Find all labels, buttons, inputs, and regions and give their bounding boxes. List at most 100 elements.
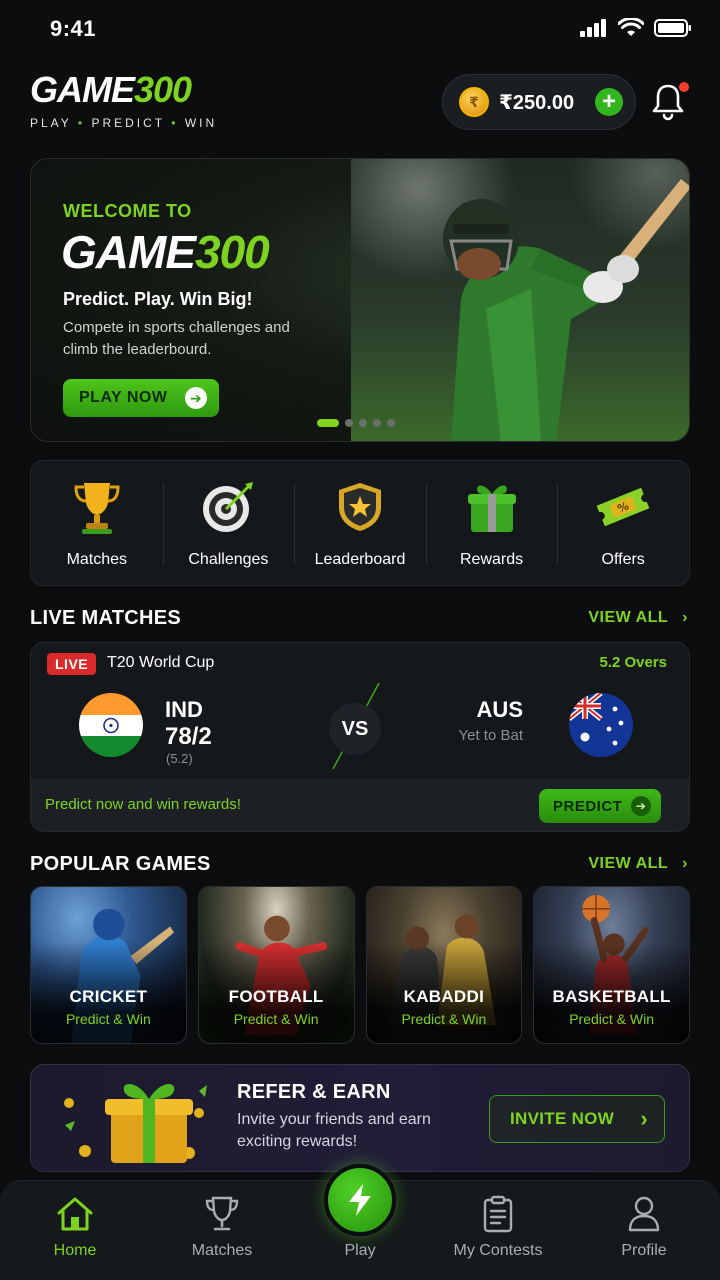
refer-earn-banner[interactable]: REFER & EARN Invite your friends and ear… xyxy=(30,1064,690,1172)
nav-label: My Contests xyxy=(453,1242,543,1259)
status-icons xyxy=(580,18,692,38)
chevron-right-icon: › xyxy=(682,855,688,872)
game-card-basketball[interactable]: BASKETBALL Predict & Win xyxy=(533,886,690,1044)
logo-text-white: GAME xyxy=(30,69,135,110)
quick-label: Matches xyxy=(66,551,128,568)
wifi-icon xyxy=(618,18,644,36)
live-matches-view-all[interactable]: VIEW ALL › xyxy=(588,609,688,627)
game-name: BASKETBALL xyxy=(552,987,671,1006)
trophy-outline-icon xyxy=(202,1194,242,1234)
tagline-play: PLAY xyxy=(30,116,72,130)
invite-now-button[interactable]: INVITE NOW › xyxy=(489,1095,665,1143)
popular-games-title: POPULAR GAMES xyxy=(30,853,211,875)
tournament-name: T20 World Cup xyxy=(107,654,215,671)
logo-text-green: 300 xyxy=(134,69,192,110)
nav-label: Home xyxy=(53,1242,97,1259)
status-time: 9:41 xyxy=(50,16,97,41)
carousel-dot[interactable] xyxy=(345,419,353,427)
tagline-predict: PREDICT xyxy=(91,116,165,130)
arrow-right-icon: ➔ xyxy=(185,387,207,409)
nav-label: Play xyxy=(344,1242,376,1259)
tagline-win: WIN xyxy=(184,116,218,130)
refer-title: REFER & EARN xyxy=(237,1081,391,1103)
ticket-icon: % xyxy=(595,479,651,535)
vs-label: VS xyxy=(329,703,381,755)
game-name: CRICKET xyxy=(69,987,148,1006)
wallet-balance[interactable]: ₹ ₹250.00 + xyxy=(442,74,636,130)
carousel-dot[interactable] xyxy=(387,419,395,427)
hero-title-green: 300 xyxy=(195,226,270,278)
quick-menu: Matches Challenges Leaderboard Rewards %… xyxy=(30,460,690,586)
quick-item-offers[interactable]: % Offers xyxy=(557,461,689,585)
predict-button[interactable]: PREDICT ➔ xyxy=(539,789,661,823)
add-money-button[interactable]: + xyxy=(595,88,623,116)
nav-label: Profile xyxy=(621,1242,667,1259)
notification-dot xyxy=(679,82,689,92)
game-card-football[interactable]: FOOTBALL Predict & Win xyxy=(197,886,355,1044)
live-matches-title: LIVE MATCHES xyxy=(30,607,182,629)
play-now-label: PLAY NOW xyxy=(79,389,168,406)
hero-welcome: WELCOME TO xyxy=(63,201,192,221)
target-icon xyxy=(200,479,256,535)
clipboard-icon xyxy=(478,1194,518,1234)
team-a-overs: (5.2) xyxy=(166,751,193,766)
signal-icon xyxy=(580,19,606,37)
coin-icon: ₹ xyxy=(459,87,489,117)
match-overs: 5.2 Overs xyxy=(599,654,667,671)
quick-label: Offers xyxy=(601,551,645,568)
chevron-right-icon: › xyxy=(640,1106,648,1131)
battery-icon xyxy=(654,19,691,37)
quick-item-matches[interactable]: Matches xyxy=(31,461,163,585)
nav-play-spacer xyxy=(340,1194,380,1234)
app-logo: GAME300 PLAY • PREDICT • WIN xyxy=(30,69,218,131)
home-icon xyxy=(55,1194,95,1234)
view-all-label: VIEW ALL xyxy=(588,609,669,626)
game-card-cricket[interactable]: CRICKET Predict & Win xyxy=(30,886,187,1044)
australia-flag-icon xyxy=(569,693,633,757)
refer-description: Invite your friends and earn exciting re… xyxy=(237,1111,431,1150)
hero-title-white: GAME xyxy=(61,226,196,278)
game-sub: Predict & Win xyxy=(233,1011,319,1027)
nav-play[interactable]: Play xyxy=(300,1194,420,1260)
india-flag-icon xyxy=(79,693,143,757)
cricketer-illustration xyxy=(443,179,689,441)
carousel-dot[interactable] xyxy=(317,419,339,427)
hero-description: Compete in sports challenges and climb t… xyxy=(63,319,290,358)
game-sub: Predict & Win xyxy=(569,1011,655,1027)
nav-matches[interactable]: Matches xyxy=(162,1194,282,1260)
popular-games-list: CRICKET Predict & Win FOOTBALL Predict &… xyxy=(30,886,690,1044)
team-a-score: 78/2 xyxy=(165,723,212,750)
shield-star-icon xyxy=(332,479,388,535)
predict-label: PREDICT xyxy=(553,797,623,815)
popular-games-view-all[interactable]: VIEW ALL › xyxy=(588,855,688,873)
nav-my-contests[interactable]: My Contests xyxy=(438,1194,558,1260)
logo-tagline: PLAY • PREDICT • WIN xyxy=(30,116,218,130)
carousel-dot[interactable] xyxy=(373,419,381,427)
hero-banner[interactable]: WELCOME TO GAME300 Predict. Play. Win Bi… xyxy=(30,158,690,442)
view-all-label: VIEW ALL xyxy=(588,855,669,872)
hero-tagline: Predict. Play. Win Big! xyxy=(63,289,253,309)
quick-item-challenges[interactable]: Challenges xyxy=(162,461,295,585)
team-b-status: Yet to Bat xyxy=(458,727,524,744)
game-name: FOOTBALL xyxy=(228,987,324,1006)
gift-box-illustration xyxy=(64,1083,207,1163)
play-now-button[interactable]: PLAY NOW ➔ xyxy=(63,379,219,417)
team-b-name: AUS xyxy=(476,697,523,722)
nav-label: Matches xyxy=(191,1242,253,1259)
carousel-dots[interactable] xyxy=(317,419,395,427)
trophy-icon xyxy=(69,479,125,535)
quick-label: Leaderboard xyxy=(314,551,406,568)
quick-item-rewards[interactable]: Rewards xyxy=(425,461,558,585)
nav-profile[interactable]: Profile xyxy=(584,1194,704,1260)
live-badge: LIVE xyxy=(47,653,97,675)
gift-icon xyxy=(464,479,520,535)
hero-title: GAME300 xyxy=(61,225,270,279)
carousel-dot[interactable] xyxy=(359,419,367,427)
live-match-card[interactable]: LIVE T20 World Cup 5.2 Overs IND 78/2 (5… xyxy=(30,642,690,832)
nav-home[interactable]: Home xyxy=(15,1194,135,1260)
quick-label: Challenges xyxy=(188,551,269,568)
invite-now-label: INVITE NOW xyxy=(510,1109,615,1128)
quick-item-leaderboard[interactable]: Leaderboard xyxy=(294,461,426,585)
game-card-kabaddi[interactable]: KABADDI Predict & Win xyxy=(365,886,523,1044)
game-name: KABADDI xyxy=(403,987,485,1006)
